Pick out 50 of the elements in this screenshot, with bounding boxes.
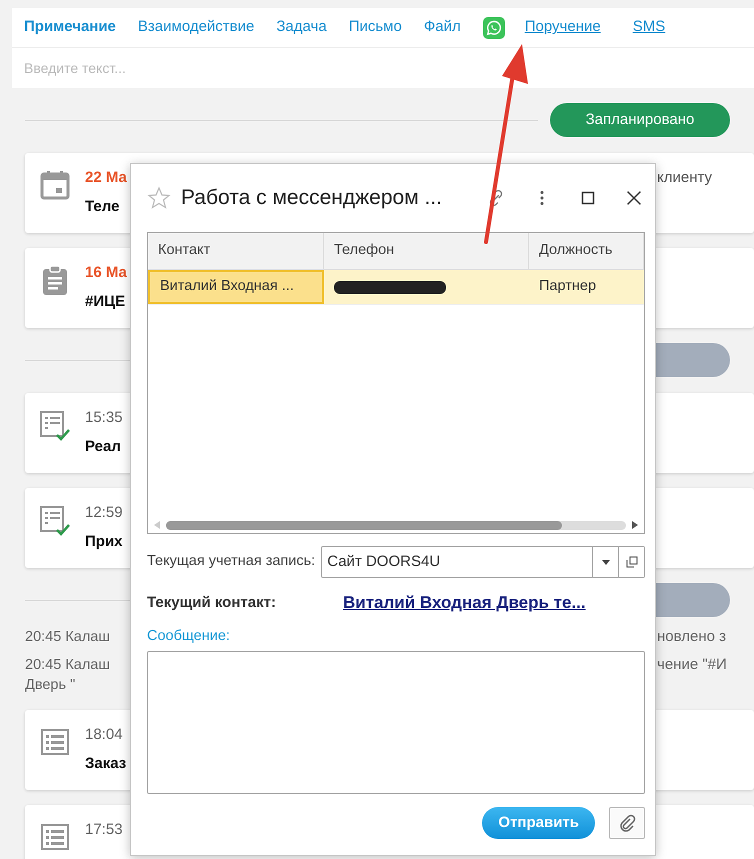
list-icon: [39, 821, 71, 853]
column-header: Контакт: [148, 233, 324, 269]
event-title: Прих: [85, 532, 123, 552]
attach-button[interactable]: [609, 807, 645, 840]
log-entry: Дверь ": [25, 677, 76, 693]
field-label: Сообщение:: [147, 626, 231, 646]
open-icon[interactable]: [618, 547, 644, 577]
event-time: 17:53: [85, 820, 123, 840]
link[interactable]: Поручение: [524, 16, 601, 39]
log-entry: чение "#И: [657, 656, 728, 674]
status-pill: Запланировано: [550, 103, 730, 137]
column-header: Должность: [529, 233, 644, 269]
checklist-icon: [39, 409, 71, 441]
log-entry: новлено з: [657, 628, 728, 646]
column-header: Телефон: [324, 233, 529, 269]
event-text: клиенту: [657, 168, 714, 188]
message-field[interactable]: [147, 651, 645, 794]
scroll-right-icon[interactable]: [632, 521, 638, 529]
event-time: 18:04: [85, 725, 124, 745]
tab[interactable]: Файл: [424, 16, 461, 39]
star-icon[interactable]: [147, 186, 171, 210]
field-label: Текущий контакт:: [147, 592, 277, 612]
event-date: 16 Ма: [85, 263, 127, 283]
event-title: Заказ: [85, 754, 126, 774]
event-date: 22 Ма: [85, 168, 127, 188]
dialog-title: Работа с мессенджером ...: [181, 185, 442, 212]
list-icon: [39, 726, 71, 758]
event-time: 12:59: [85, 503, 123, 523]
event-title: Теле: [85, 196, 120, 216]
event-title: Реал: [85, 436, 122, 456]
table-cell-text: Партнер: [538, 277, 598, 296]
tab[interactable]: Задача: [276, 16, 327, 39]
contact-link[interactable]: Виталий Входная Дверь те...: [343, 590, 586, 616]
link[interactable]: SMS: [632, 16, 666, 39]
tab[interactable]: Письмо: [348, 16, 402, 39]
checklist-icon: [39, 504, 71, 536]
table-cell: Виталий Входная ...: [148, 270, 324, 304]
horizontal-scrollbar[interactable]: [166, 520, 626, 530]
account-combobox[interactable]: Сайт DOORS4U: [321, 546, 645, 578]
field-label: Текущая учетная запись:: [147, 552, 316, 572]
event-time: 15:35: [85, 408, 123, 428]
send-button[interactable]: Отправить: [482, 807, 595, 840]
note-input[interactable]: Введите текст...: [12, 48, 754, 88]
event-title: #ИЦЕ: [85, 292, 126, 312]
tab[interactable]: Примечание: [24, 16, 116, 39]
calendar-icon: [39, 169, 71, 201]
table-row[interactable]: Виталий Входная ... Партнер: [148, 270, 644, 305]
tab[interactable]: Взаимодействие: [138, 16, 254, 39]
log-entry: 20:45 Калаш: [25, 656, 110, 674]
log-entry: 20:45 Калаш: [25, 628, 110, 646]
